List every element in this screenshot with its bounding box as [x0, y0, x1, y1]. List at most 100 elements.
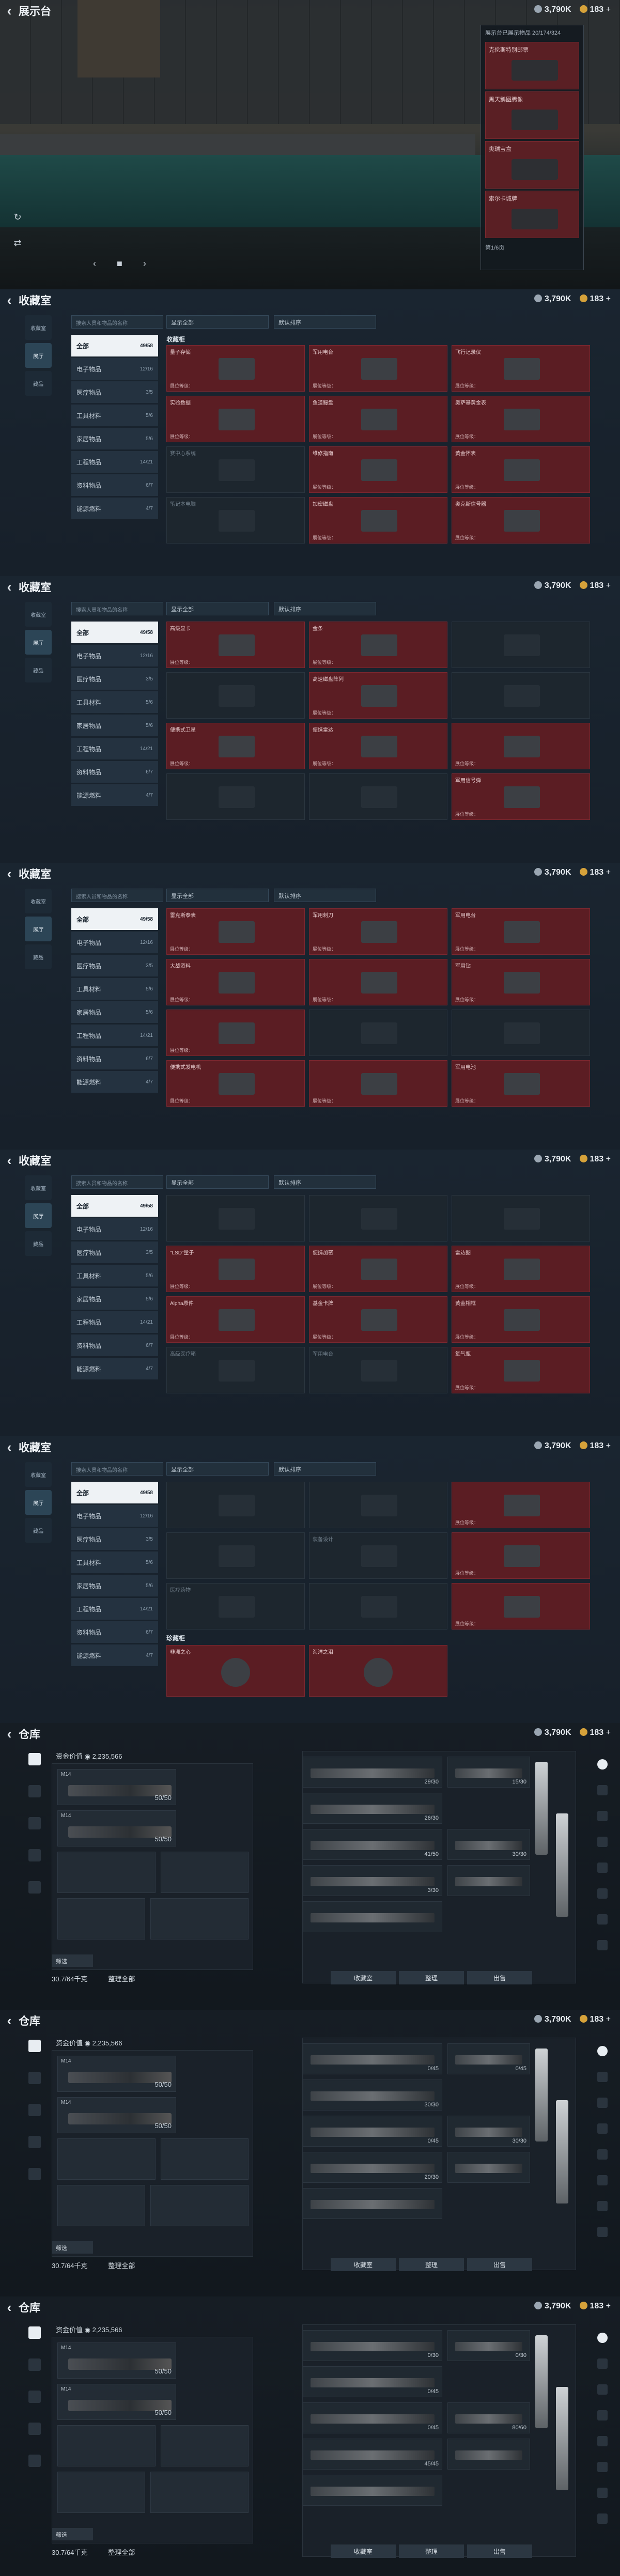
tab-icon[interactable] [597, 2462, 608, 2472]
category-item[interactable]: 能源燃料 4/7 [71, 1071, 158, 1093]
collection-item[interactable]: 便携雷达 展位等级： [309, 723, 447, 769]
collection-item[interactable] [309, 1583, 447, 1630]
back-icon[interactable]: ‹ [0, 1150, 19, 1171]
loadout-slot[interactable] [150, 2472, 249, 2513]
category-item[interactable]: 工程物品 14/21 [71, 1598, 158, 1620]
action-button-1[interactable]: 整理 [399, 1971, 464, 1984]
showcase-item[interactable]: 黑天鹅图腾像 [485, 91, 579, 139]
tab-icon[interactable] [597, 1811, 608, 1821]
nav-item-1[interactable]: 展厅 [25, 343, 52, 368]
category-item[interactable]: 全部 49/58 [71, 622, 158, 643]
gun-icon[interactable] [28, 2326, 41, 2339]
collection-item[interactable]: 黄金相框 展位等级： [452, 1296, 590, 1343]
back-icon[interactable]: ‹ [0, 0, 19, 22]
loadout-slot[interactable] [57, 2472, 145, 2513]
loadout-slot[interactable] [57, 1898, 145, 1939]
collection-item[interactable] [166, 1482, 305, 1528]
action-button-0[interactable]: 收藏室 [331, 1971, 396, 1984]
tab-icon[interactable] [597, 2410, 608, 2420]
collection-item[interactable]: 便携式发电机 展位等级： [166, 1060, 305, 1107]
gold-balance[interactable]: 183 + [579, 5, 611, 14]
gold-balance[interactable]: 183 + [579, 294, 611, 304]
nav-item-1[interactable]: 展厅 [25, 917, 52, 941]
stash-item[interactable] [303, 2475, 442, 2506]
back-icon[interactable]: ‹ [0, 1436, 19, 1458]
gear-icon[interactable] [597, 2333, 608, 2343]
collection-item[interactable] [309, 1195, 447, 1242]
stash-item[interactable]: 0/45 [303, 2043, 442, 2074]
collection-item[interactable]: Alpha原件 展位等级： [166, 1296, 305, 1343]
tab-icon[interactable] [597, 2436, 608, 2446]
category-item[interactable]: 全部 49/58 [71, 335, 158, 356]
collection-item[interactable]: 装备设计 [309, 1532, 447, 1579]
collection-item[interactable]: 黄金怀表 展位等级： [452, 446, 590, 493]
search-input[interactable]: 搜索人员和物品的名称 [71, 1175, 163, 1189]
category-item[interactable]: 资料物品 6/7 [71, 761, 158, 783]
loadout-slot[interactable] [57, 2138, 156, 2180]
collection-item[interactable]: 维修指南 展位等级： [309, 446, 447, 493]
stash-item[interactable]: 0/30 [303, 2330, 442, 2361]
category-item[interactable]: 医疗物品 3/5 [71, 1242, 158, 1263]
stash-item[interactable]: 3/30 [303, 1865, 442, 1896]
box-icon[interactable] [28, 1881, 41, 1894]
category-item[interactable]: 能源燃料 4/7 [71, 1358, 158, 1379]
collection-item[interactable] [452, 672, 590, 719]
collection-item[interactable]: 展位等级： [309, 959, 447, 1005]
category-item[interactable]: 资料物品 6/7 [71, 474, 158, 496]
collection-item[interactable]: 高级显卡 展位等级： [166, 622, 305, 668]
gold-balance[interactable]: 183 + [579, 1155, 611, 1164]
collection-item[interactable] [166, 773, 305, 820]
collection-item[interactable]: 加密磁盘 展位等级： [309, 497, 447, 544]
lock-icon[interactable] [28, 2391, 41, 2403]
collection-item[interactable]: 展位等级： [309, 1060, 447, 1107]
collection-item[interactable]: 展位等级： [452, 1583, 590, 1630]
nav-item-0[interactable]: 收藏室 [25, 1175, 52, 1200]
trash-icon[interactable] [28, 1785, 41, 1797]
tab-icon[interactable] [597, 1914, 608, 1925]
gun-icon[interactable] [28, 1753, 41, 1765]
stash-item[interactable]: 26/30 [303, 1793, 442, 1824]
collection-item[interactable] [309, 1010, 447, 1056]
stash-item[interactable]: 80/60 [447, 2402, 530, 2433]
category-item[interactable]: 工具材料 5/6 [71, 978, 158, 1000]
action-button-0[interactable]: 收藏室 [331, 2544, 396, 2558]
collection-item[interactable]: 军用电池 展位等级： [452, 1060, 590, 1107]
collection-item[interactable]: 笔记本电脑 [166, 497, 305, 544]
rare-item[interactable]: 非洲之心 [166, 1645, 305, 1697]
category-item[interactable]: 全部 49/58 [71, 1482, 158, 1503]
tab-icon[interactable] [597, 1888, 608, 1899]
nav-item-2[interactable]: 藏品 [25, 1518, 52, 1543]
tab-icon[interactable] [597, 2149, 608, 2160]
collection-item[interactable]: "LSD"量子 展位等级： [166, 1246, 305, 1292]
loadout-slot[interactable] [57, 2185, 145, 2226]
back-icon[interactable]: ‹ [0, 576, 19, 598]
nav-item-0[interactable]: 收藏室 [25, 1462, 52, 1487]
collection-item[interactable]: 奥克斯信号器 展位等级： [452, 497, 590, 544]
loadout-slot[interactable] [57, 1852, 156, 1893]
nav-item-0[interactable]: 收藏室 [25, 602, 52, 627]
backpack-icon[interactable] [28, 2423, 41, 2435]
tab-icon[interactable] [597, 2488, 608, 2498]
rare-item[interactable]: 海洋之泪 [309, 1645, 447, 1697]
stash-item[interactable]: 0/45 [447, 2043, 530, 2074]
nav-item-2[interactable]: 藏品 [25, 371, 52, 396]
gold-balance[interactable]: 183 + [579, 2302, 611, 2311]
loadout-slot[interactable] [57, 2425, 156, 2466]
stash-item[interactable] [303, 2188, 442, 2219]
stash-item[interactable]: 30/30 [303, 2080, 442, 2111]
search-input[interactable]: 搜索人员和物品的名称 [71, 602, 163, 615]
category-item[interactable]: 电子物品 12/16 [71, 1218, 158, 1240]
sort-dropdown[interactable]: 默认排序 [274, 1175, 376, 1189]
gear-icon[interactable] [597, 1759, 608, 1770]
collection-item[interactable]: 军用电台 展位等级： [309, 345, 447, 392]
sort-dropdown[interactable]: 默认排序 [274, 889, 376, 902]
collection-item[interactable]: 基金卡牌 展位等级： [309, 1296, 447, 1343]
action-button-1[interactable]: 整理 [399, 2258, 464, 2271]
gold-balance[interactable]: 183 + [579, 581, 611, 591]
collection-item[interactable]: 雷达图 展位等级： [452, 1246, 590, 1292]
tab-icon[interactable] [597, 2123, 608, 2134]
rotate-icon[interactable]: ↻ [7, 207, 28, 227]
settings-icon[interactable] [597, 2227, 608, 2237]
next-icon[interactable]: › [143, 258, 146, 269]
stash-item[interactable]: 0/30 [447, 2330, 530, 2361]
